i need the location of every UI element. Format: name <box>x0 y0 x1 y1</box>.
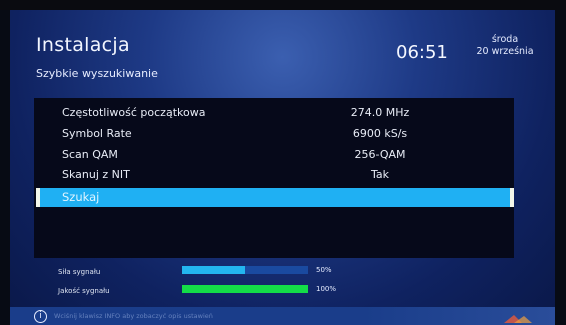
setting-row-scan-nit[interactable]: Skanuj z NIT Tak <box>34 165 514 185</box>
signal-strength-fill <box>182 266 245 274</box>
settings-panel: Częstotliwość początkowa 274.0 MHz Symbo… <box>34 98 514 258</box>
signal-quality-value: 100% <box>316 285 337 293</box>
setting-row-scan-qam[interactable]: Scan QAM 256-QAM <box>34 145 514 165</box>
hint-text: Wciśnij klawisz INFO aby zobaczyć opis u… <box>54 312 213 320</box>
clock: 06:51 <box>396 42 448 63</box>
page-subtitle: Szybkie wyszukiwanie <box>36 67 158 80</box>
search-button-label: Szukaj <box>62 190 100 204</box>
page-title: Instalacja <box>36 34 130 56</box>
setting-value: Tak <box>370 168 389 181</box>
setting-row-start-frequency[interactable]: Częstotliwość początkowa 274.0 MHz <box>34 103 514 123</box>
signal-quality-fill <box>182 285 308 293</box>
tv-screen: Instalacja Szybkie wyszukiwanie 06:51 śr… <box>10 10 555 325</box>
setting-label: Skanuj z NIT <box>62 168 130 181</box>
date-display: środa 20 września <box>465 34 545 58</box>
setting-row-symbol-rate[interactable]: Symbol Rate 6900 kS/s <box>34 124 514 144</box>
signal-strength-value: 50% <box>316 266 332 274</box>
signal-strength-label: Siła sygnału <box>58 268 101 276</box>
setting-value: 274.0 MHz <box>350 106 410 119</box>
day-name: środa <box>491 34 519 45</box>
setting-value: 6900 kS/s <box>352 127 408 140</box>
signal-quality-label: Jakość sygnału <box>58 287 110 295</box>
tv-bezel <box>0 0 566 10</box>
setting-value: 256-QAM <box>354 148 406 161</box>
setting-label: Symbol Rate <box>62 127 132 140</box>
setting-label: Częstotliwość początkowa <box>62 106 206 119</box>
signal-strength-bar <box>182 266 308 274</box>
info-icon: i <box>34 310 47 323</box>
signal-quality-bar <box>182 285 308 293</box>
setting-label: Scan QAM <box>62 148 118 161</box>
logo-icon <box>504 315 532 323</box>
search-button[interactable]: Szukaj <box>36 188 514 207</box>
date-text: 20 września <box>476 46 534 57</box>
